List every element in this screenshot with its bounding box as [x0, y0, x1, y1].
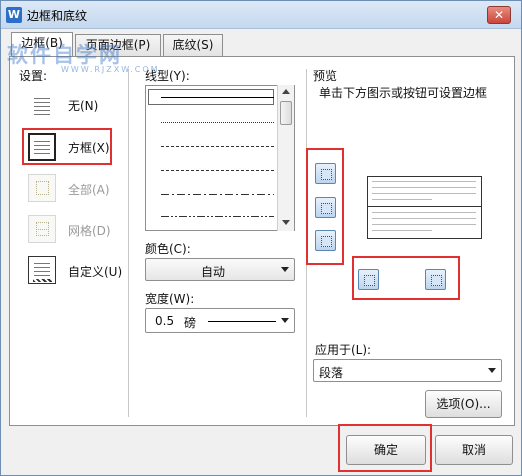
middle-border-button[interactable] [315, 197, 336, 218]
line-style-dash-dot[interactable] [161, 194, 274, 195]
close-button[interactable]: ✕ [487, 6, 511, 24]
cancel-button[interactable]: 取消 [435, 435, 513, 465]
line-style-list[interactable] [145, 85, 295, 231]
border-grid-icon [28, 215, 56, 243]
chevron-down-icon [281, 267, 289, 272]
tab-shading[interactable]: 底纹(S) [163, 34, 223, 56]
bottom-border-button[interactable] [315, 230, 336, 251]
preview-area[interactable] [367, 176, 482, 239]
preview-hint: 单击下方图示或按钮可设置边框 [319, 86, 488, 100]
chevron-down-icon [281, 318, 289, 323]
width-line-sample [208, 321, 276, 322]
scroll-up-icon[interactable] [282, 89, 290, 94]
width-label: 宽度(W): [145, 292, 195, 306]
setting-custom[interactable]: 自定义(U) [26, 255, 126, 287]
chevron-down-icon [488, 368, 496, 373]
width-dropdown[interactable]: 0.5 磅 [145, 308, 295, 333]
color-dropdown[interactable]: 自动 [145, 258, 295, 281]
setting-grid[interactable]: 网格(D) [26, 214, 126, 246]
preview-label: 预览 [313, 69, 338, 83]
top-border-button[interactable] [315, 163, 336, 184]
line-style-scrollbar[interactable] [277, 85, 294, 231]
setting-custom-label: 自定义(U) [68, 265, 123, 279]
title-bar[interactable]: W 边框和底纹 ✕ [1, 1, 521, 29]
setting-grid-label: 网格(D) [68, 224, 111, 238]
divider [128, 69, 129, 417]
setting-none[interactable]: 无(N) [26, 89, 126, 121]
border-none-icon [28, 91, 56, 119]
cancel-button-label: 取消 [461, 443, 486, 457]
width-value: 0.5 [155, 314, 175, 328]
options-button[interactable]: 选项(O)... [425, 390, 502, 418]
setting-all-label: 全部(A) [68, 183, 110, 197]
apply-to-value: 段落 [319, 366, 344, 380]
line-style-dotted[interactable] [161, 122, 274, 123]
border-all-icon [28, 174, 56, 202]
color-label: 颜色(C): [145, 242, 191, 256]
tab-shading-label: 底纹(S) [172, 38, 214, 52]
width-unit: 磅 [184, 316, 197, 330]
borders-shading-dialog: W 边框和底纹 ✕ 边框(B) 页面边框(P) 底纹(S) 软件自学网 WWW.… [0, 0, 522, 476]
setting-all[interactable]: 全部(A) [26, 173, 126, 205]
scroll-down-icon[interactable] [282, 220, 290, 225]
setting-box-label: 方框(X) [68, 141, 110, 155]
window-title: 边框和底纹 [27, 9, 88, 23]
line-style-dashed[interactable] [161, 146, 274, 147]
border-custom-icon [28, 256, 56, 284]
border-box-icon [28, 133, 56, 161]
options-button-label: 选项(O)... [436, 397, 491, 411]
close-icon: ✕ [493, 8, 505, 22]
ok-button[interactable]: 确定 [346, 435, 426, 465]
setting-box[interactable]: 方框(X) [26, 132, 110, 164]
right-border-button[interactable] [425, 269, 446, 290]
watermark-url: WWW.RJZXW.COM [61, 65, 160, 74]
wps-writer-icon: W [6, 7, 22, 23]
color-value: 自动 [200, 265, 225, 279]
line-style-long-dash[interactable] [161, 170, 274, 171]
line-style-selected[interactable] [148, 89, 274, 105]
setting-none-label: 无(N) [68, 99, 99, 113]
left-border-button[interactable] [358, 269, 379, 290]
apply-to-label: 应用于(L): [315, 343, 372, 357]
scroll-thumb[interactable] [280, 101, 292, 125]
line-style-dash-dot-dot[interactable] [161, 216, 274, 217]
ok-button-label: 确定 [373, 443, 398, 457]
apply-to-dropdown[interactable]: 段落 [313, 359, 502, 382]
settings-label: 设置: [19, 69, 48, 83]
